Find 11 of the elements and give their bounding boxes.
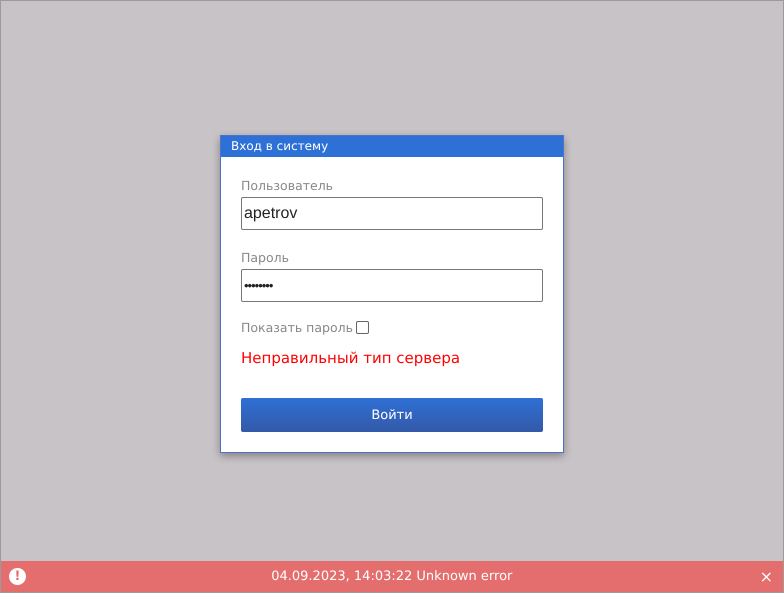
- error-message: Неправильный тип сервера: [241, 349, 462, 367]
- username-field[interactable]: apetrov: [241, 197, 543, 230]
- notification-message: 04.09.2023, 14:03:22 Unknown error: [270, 569, 514, 584]
- checkbox-label: Показать пароль: [241, 320, 353, 335]
- field-label: Пользователь: [241, 178, 334, 193]
- alert-icon: !: [9, 568, 26, 585]
- show-password-checkbox[interactable]: [356, 321, 369, 334]
- dialog-title: Вход в систему: [221, 136, 563, 157]
- login-button[interactable]: Войти: [241, 398, 543, 432]
- field-label: Пароль: [241, 250, 290, 265]
- password-field[interactable]: ••••••••: [241, 269, 543, 302]
